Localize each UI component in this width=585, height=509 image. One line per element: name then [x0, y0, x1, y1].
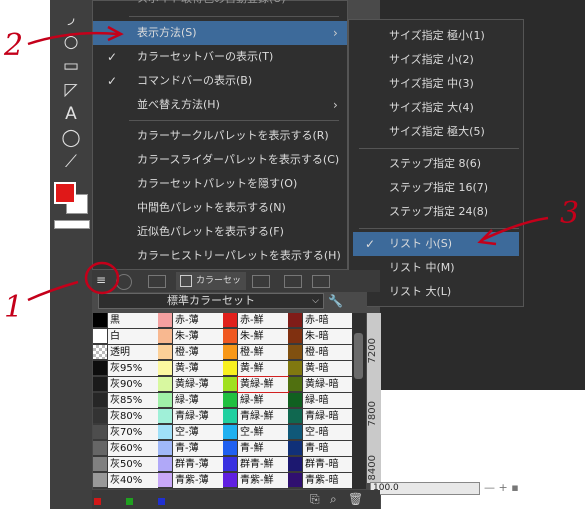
annotation-arrows: [27, 25, 549, 302]
